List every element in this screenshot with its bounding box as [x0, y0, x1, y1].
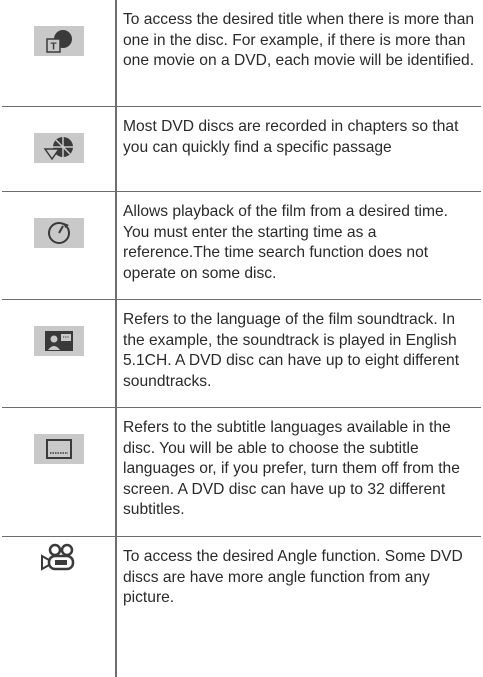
- icon-cell: [2, 300, 115, 408]
- row-description: To access the desired Angle function. So…: [123, 548, 463, 607]
- table-row: To access the desired Angle function. So…: [2, 537, 481, 677]
- icon-cell: [2, 192, 115, 300]
- table-row: T To access the desired title when there…: [2, 0, 481, 107]
- table-row: Most DVD discs are recorded in chapters …: [2, 107, 481, 192]
- row-description: Refers to the language of the film sound…: [123, 311, 460, 390]
- row-description: To access the desired title when there i…: [123, 11, 475, 70]
- title-disc-icon: T: [33, 26, 84, 56]
- icon-cell: [2, 537, 115, 677]
- function-table: T To access the desired title when there…: [2, 0, 481, 677]
- table-row: Allows playback of the film from a desir…: [2, 192, 481, 300]
- audio-language-icon: [33, 326, 84, 356]
- angle-camera-icon: [34, 543, 84, 573]
- row-description: Refers to the subtitle languages availab…: [123, 419, 460, 519]
- row-description: Allows playback of the film from a desir…: [123, 203, 448, 282]
- icon-cell: [2, 408, 115, 537]
- table-row: Refers to the language of the film sound…: [2, 300, 481, 408]
- time-search-icon: [33, 218, 84, 248]
- svg-text:T: T: [50, 42, 56, 53]
- subtitle-icon: [33, 434, 84, 464]
- row-description: Most DVD discs are recorded in chapters …: [123, 118, 459, 156]
- icon-cell: [2, 107, 115, 192]
- icon-cell: T: [2, 0, 115, 107]
- table-row: Refers to the subtitle languages availab…: [2, 408, 481, 537]
- chapter-icon: [33, 133, 84, 163]
